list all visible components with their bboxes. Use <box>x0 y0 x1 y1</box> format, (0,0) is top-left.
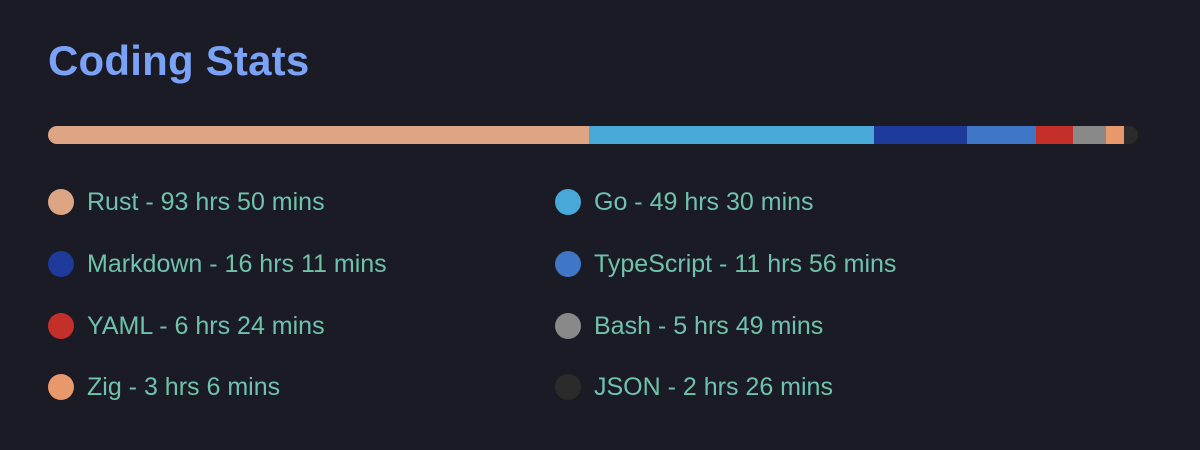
legend-label-zig: Zig - 3 hrs 6 mins <box>87 372 281 401</box>
legend-item-go: Go - 49 hrs 30 mins <box>555 182 814 222</box>
legend-label-rust: Rust - 93 hrs 50 mins <box>87 187 325 216</box>
legend-label-bash: Bash - 5 hrs 49 mins <box>594 311 824 340</box>
legend-dot-zig <box>48 374 74 400</box>
legend-dot-json <box>555 374 581 400</box>
legend-label-yaml: YAML - 6 hrs 24 mins <box>87 311 325 340</box>
legend-label-markdown: Markdown - 16 hrs 11 mins <box>87 249 387 278</box>
legend-item-json: JSON - 2 hrs 26 mins <box>555 367 833 407</box>
legend-dot-typescript <box>555 251 581 277</box>
legend-item-typescript: TypeScript - 11 hrs 56 mins <box>555 244 896 284</box>
legend-item-markdown: Markdown - 16 hrs 11 mins <box>48 244 387 284</box>
legend-item-zig: Zig - 3 hrs 6 mins <box>48 367 280 407</box>
legend-item-yaml: YAML - 6 hrs 24 mins <box>48 306 325 346</box>
legend-label-go: Go - 49 hrs 30 mins <box>594 187 814 216</box>
coding-stats-card: Coding Stats Rust - 93 hrs 50 mins Go - 4… <box>0 0 1200 450</box>
legend: Rust - 93 hrs 50 mins Go - 49 hrs 30 mins… <box>48 0 1148 450</box>
legend-item-rust: Rust - 93 hrs 50 mins <box>48 182 325 222</box>
legend-item-bash: Bash - 5 hrs 49 mins <box>555 306 823 346</box>
legend-dot-markdown <box>48 251 74 277</box>
legend-dot-bash <box>555 313 581 339</box>
legend-label-typescript: TypeScript - 11 hrs 56 mins <box>594 249 897 278</box>
legend-dot-rust <box>48 189 74 215</box>
legend-label-json: JSON - 2 hrs 26 mins <box>594 372 833 401</box>
legend-dot-yaml <box>48 313 74 339</box>
legend-dot-go <box>555 189 581 215</box>
